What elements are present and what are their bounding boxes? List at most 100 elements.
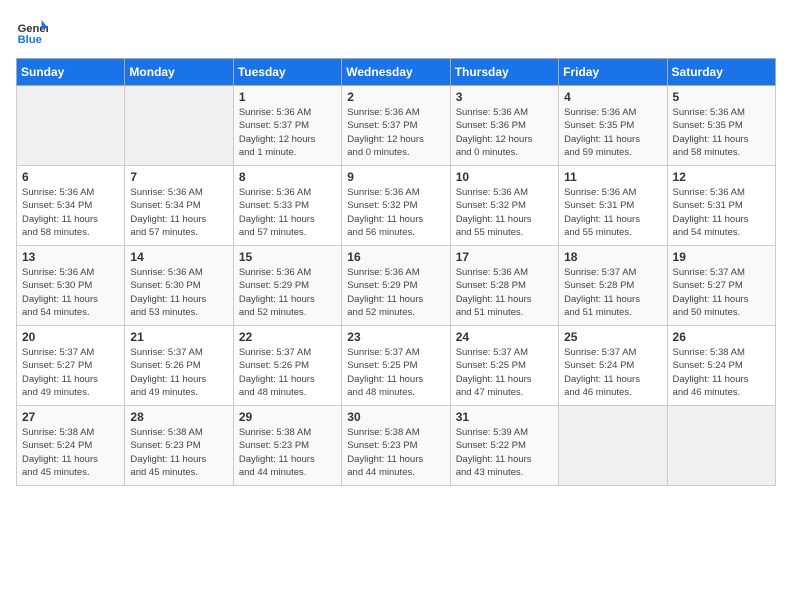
day-info: Sunrise: 5:36 AM Sunset: 5:28 PM Dayligh… xyxy=(456,266,553,319)
day-info: Sunrise: 5:37 AM Sunset: 5:28 PM Dayligh… xyxy=(564,266,661,319)
calendar-cell: 4 Sunrise: 5:36 AM Sunset: 5:35 PM Daylig… xyxy=(559,86,667,166)
day-number: 24 xyxy=(456,330,553,344)
day-info: Sunrise: 5:36 AM Sunset: 5:29 PM Dayligh… xyxy=(239,266,336,319)
calendar-cell: 14 Sunrise: 5:36 AM Sunset: 5:30 PM Dayli… xyxy=(125,246,233,326)
day-number: 10 xyxy=(456,170,553,184)
weekday-header-wednesday: Wednesday xyxy=(342,59,450,86)
day-info: Sunrise: 5:38 AM Sunset: 5:23 PM Dayligh… xyxy=(347,426,444,479)
day-info: Sunrise: 5:36 AM Sunset: 5:37 PM Dayligh… xyxy=(347,106,444,159)
calendar-cell: 30 Sunrise: 5:38 AM Sunset: 5:23 PM Dayli… xyxy=(342,406,450,486)
day-number: 12 xyxy=(673,170,770,184)
calendar-cell: 19 Sunrise: 5:37 AM Sunset: 5:27 PM Dayli… xyxy=(667,246,775,326)
day-number: 27 xyxy=(22,410,119,424)
calendar-cell: 1 Sunrise: 5:36 AM Sunset: 5:37 PM Daylig… xyxy=(233,86,341,166)
calendar-cell: 15Sunrise: 5:36 AM Sunset: 5:29 PM Dayli… xyxy=(233,246,341,326)
day-info: Sunrise: 5:36 AM Sunset: 5:30 PM Dayligh… xyxy=(22,266,119,319)
day-info: Sunrise: 5:37 AM Sunset: 5:27 PM Dayligh… xyxy=(22,346,119,399)
day-info: Sunrise: 5:36 AM Sunset: 5:31 PM Dayligh… xyxy=(564,186,661,239)
weekday-header-sunday: Sunday xyxy=(17,59,125,86)
day-number: 1 xyxy=(239,90,336,104)
calendar-cell: 21 Sunrise: 5:37 AM Sunset: 5:26 PM Dayli… xyxy=(125,326,233,406)
logo-icon: General Blue xyxy=(16,16,48,48)
day-number: 11 xyxy=(564,170,661,184)
day-info: Sunrise: 5:36 AM Sunset: 5:32 PM Dayligh… xyxy=(456,186,553,239)
day-number: 4 xyxy=(564,90,661,104)
day-number: 9 xyxy=(347,170,444,184)
day-number: 21 xyxy=(130,330,227,344)
day-info: Sunrise: 5:36 AM Sunset: 5:34 PM Dayligh… xyxy=(22,186,119,239)
calendar-table: SundayMondayTuesdayWednesdayThursdayFrid… xyxy=(16,58,776,486)
calendar-header-row: SundayMondayTuesdayWednesdayThursdayFrid… xyxy=(17,59,776,86)
page-header: General Blue xyxy=(16,16,776,48)
calendar-cell: 13 Sunrise: 5:36 AM Sunset: 5:30 PM Dayli… xyxy=(17,246,125,326)
calendar-cell xyxy=(17,86,125,166)
calendar-cell: 5 Sunrise: 5:36 AM Sunset: 5:35 PM Daylig… xyxy=(667,86,775,166)
day-info: Sunrise: 5:37 AM Sunset: 5:25 PM Dayligh… xyxy=(347,346,444,399)
calendar-cell: 27 Sunrise: 5:38 AM Sunset: 5:24 PM Dayli… xyxy=(17,406,125,486)
day-info: Sunrise: 5:39 AM Sunset: 5:22 PM Dayligh… xyxy=(456,426,553,479)
day-info: Sunrise: 5:36 AM Sunset: 5:35 PM Dayligh… xyxy=(564,106,661,159)
calendar-cell: 3 Sunrise: 5:36 AM Sunset: 5:36 PM Daylig… xyxy=(450,86,558,166)
calendar-cell: 12 Sunrise: 5:36 AM Sunset: 5:31 PM Dayli… xyxy=(667,166,775,246)
calendar-week-4: 20 Sunrise: 5:37 AM Sunset: 5:27 PM Dayli… xyxy=(17,326,776,406)
day-info: Sunrise: 5:36 AM Sunset: 5:29 PM Dayligh… xyxy=(347,266,444,319)
calendar-cell: 31 Sunrise: 5:39 AM Sunset: 5:22 PM Dayli… xyxy=(450,406,558,486)
day-info: Sunrise: 5:38 AM Sunset: 5:24 PM Dayligh… xyxy=(22,426,119,479)
day-number: 5 xyxy=(673,90,770,104)
svg-text:Blue: Blue xyxy=(18,34,42,46)
day-number: 28 xyxy=(130,410,227,424)
day-number: 23 xyxy=(347,330,444,344)
calendar-cell: 9Sunrise: 5:36 AM Sunset: 5:32 PM Daylig… xyxy=(342,166,450,246)
day-info: Sunrise: 5:38 AM Sunset: 5:23 PM Dayligh… xyxy=(130,426,227,479)
day-number: 19 xyxy=(673,250,770,264)
day-info: Sunrise: 5:38 AM Sunset: 5:23 PM Dayligh… xyxy=(239,426,336,479)
calendar-cell: 17Sunrise: 5:36 AM Sunset: 5:28 PM Dayli… xyxy=(450,246,558,326)
calendar-week-1: 1 Sunrise: 5:36 AM Sunset: 5:37 PM Daylig… xyxy=(17,86,776,166)
weekday-header-tuesday: Tuesday xyxy=(233,59,341,86)
calendar-cell: 26 Sunrise: 5:38 AM Sunset: 5:24 PM Dayli… xyxy=(667,326,775,406)
calendar-cell: 29 Sunrise: 5:38 AM Sunset: 5:23 PM Dayli… xyxy=(233,406,341,486)
calendar-cell: 11 Sunrise: 5:36 AM Sunset: 5:31 PM Dayli… xyxy=(559,166,667,246)
day-number: 13 xyxy=(22,250,119,264)
day-info: Sunrise: 5:38 AM Sunset: 5:24 PM Dayligh… xyxy=(673,346,770,399)
weekday-header-monday: Monday xyxy=(125,59,233,86)
calendar-cell: 8Sunrise: 5:36 AM Sunset: 5:33 PM Daylig… xyxy=(233,166,341,246)
day-info: Sunrise: 5:37 AM Sunset: 5:26 PM Dayligh… xyxy=(130,346,227,399)
day-info: Sunrise: 5:36 AM Sunset: 5:34 PM Dayligh… xyxy=(130,186,227,239)
calendar-cell: 28 Sunrise: 5:38 AM Sunset: 5:23 PM Dayli… xyxy=(125,406,233,486)
calendar-cell xyxy=(559,406,667,486)
day-number: 30 xyxy=(347,410,444,424)
calendar-cell xyxy=(667,406,775,486)
day-number: 29 xyxy=(239,410,336,424)
calendar-cell: 23 Sunrise: 5:37 AM Sunset: 5:25 PM Dayli… xyxy=(342,326,450,406)
day-info: Sunrise: 5:36 AM Sunset: 5:30 PM Dayligh… xyxy=(130,266,227,319)
calendar-cell: 22Sunrise: 5:37 AM Sunset: 5:26 PM Dayli… xyxy=(233,326,341,406)
calendar-cell: 6 Sunrise: 5:36 AM Sunset: 5:34 PM Daylig… xyxy=(17,166,125,246)
logo: General Blue xyxy=(16,16,42,48)
day-number: 3 xyxy=(456,90,553,104)
day-number: 2 xyxy=(347,90,444,104)
day-number: 18 xyxy=(564,250,661,264)
calendar-cell: 20 Sunrise: 5:37 AM Sunset: 5:27 PM Dayli… xyxy=(17,326,125,406)
weekday-header-friday: Friday xyxy=(559,59,667,86)
day-number: 6 xyxy=(22,170,119,184)
day-number: 8 xyxy=(239,170,336,184)
day-info: Sunrise: 5:36 AM Sunset: 5:37 PM Dayligh… xyxy=(239,106,336,159)
calendar-body: 1 Sunrise: 5:36 AM Sunset: 5:37 PM Daylig… xyxy=(17,86,776,486)
day-number: 14 xyxy=(130,250,227,264)
calendar-cell: 7Sunrise: 5:36 AM Sunset: 5:34 PM Daylig… xyxy=(125,166,233,246)
day-number: 20 xyxy=(22,330,119,344)
day-number: 31 xyxy=(456,410,553,424)
calendar-cell: 25Sunrise: 5:37 AM Sunset: 5:24 PM Dayli… xyxy=(559,326,667,406)
day-number: 25 xyxy=(564,330,661,344)
day-number: 26 xyxy=(673,330,770,344)
day-info: Sunrise: 5:36 AM Sunset: 5:35 PM Dayligh… xyxy=(673,106,770,159)
calendar-week-5: 27 Sunrise: 5:38 AM Sunset: 5:24 PM Dayli… xyxy=(17,406,776,486)
calendar-cell: 10 Sunrise: 5:36 AM Sunset: 5:32 PM Dayli… xyxy=(450,166,558,246)
day-info: Sunrise: 5:36 AM Sunset: 5:31 PM Dayligh… xyxy=(673,186,770,239)
day-info: Sunrise: 5:37 AM Sunset: 5:27 PM Dayligh… xyxy=(673,266,770,319)
calendar-week-3: 13 Sunrise: 5:36 AM Sunset: 5:30 PM Dayli… xyxy=(17,246,776,326)
day-info: Sunrise: 5:37 AM Sunset: 5:25 PM Dayligh… xyxy=(456,346,553,399)
day-info: Sunrise: 5:36 AM Sunset: 5:36 PM Dayligh… xyxy=(456,106,553,159)
weekday-header-saturday: Saturday xyxy=(667,59,775,86)
